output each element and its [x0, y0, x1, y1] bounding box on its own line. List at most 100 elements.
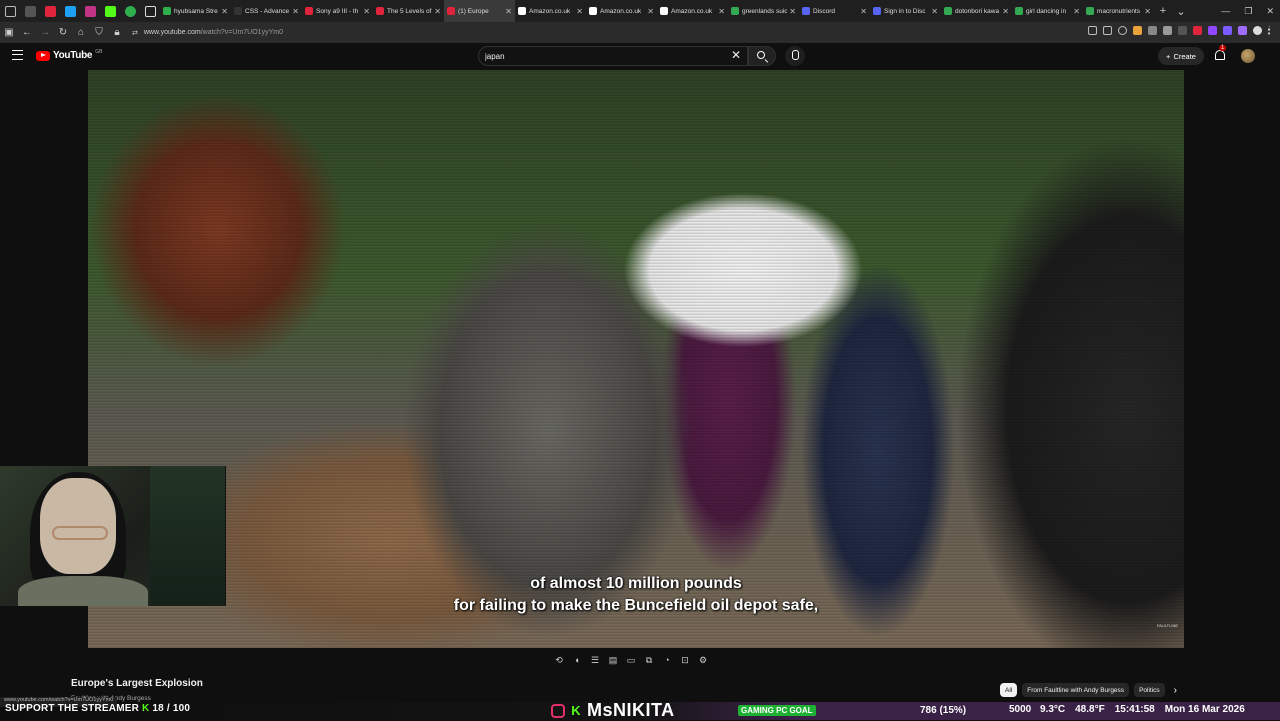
extension-icon[interactable]	[1163, 26, 1172, 35]
theater-icon[interactable]: ▭	[624, 653, 638, 667]
tab-favicon-icon	[1015, 7, 1023, 15]
browser-tab[interactable]: Discord ✕	[799, 0, 870, 22]
youtube-logo[interactable]: YouTube GB	[36, 49, 102, 61]
browser-tab[interactable]: Sign in to Disc ✕	[870, 0, 941, 22]
browser-tab[interactable]: macronutrients ✕	[1083, 0, 1154, 22]
recommendation-chips: All From Faultline with Andy Burgess Pol…	[1000, 683, 1177, 697]
pinned-tab-icon[interactable]	[60, 0, 80, 22]
tab-favicon-icon	[873, 7, 881, 15]
speed-icon[interactable]: ◔	[660, 653, 674, 667]
tab-title: Discord	[813, 7, 836, 15]
tab-favicon-icon	[731, 7, 739, 15]
browser-tab[interactable]: Amazon.co.uk ✕	[515, 0, 586, 22]
extension-icon[interactable]	[1148, 26, 1157, 35]
tab-close-icon[interactable]: ✕	[1002, 7, 1009, 16]
video-player[interactable]: of almost 10 million pounds for failing …	[88, 70, 1184, 648]
extension-icon[interactable]	[1208, 26, 1217, 35]
tab-close-icon[interactable]: ✕	[789, 7, 796, 16]
shield-icon[interactable]: ⛉	[90, 27, 108, 38]
site-settings-icon[interactable]: ⇄	[132, 29, 138, 37]
restore-button[interactable]: ❐	[1244, 6, 1252, 17]
new-tab-button[interactable]: +	[1154, 5, 1172, 17]
tab-list-chevron-icon[interactable]: ⌄	[1172, 5, 1190, 18]
browser-tab[interactable]: Amazon.co.uk ✕	[657, 0, 728, 22]
menu-icon[interactable]	[1268, 26, 1272, 35]
sidebar-toggle-icon[interactable]	[0, 0, 20, 22]
lock-icon[interactable]: 🔒︎	[108, 27, 126, 38]
pinned-tab-icon[interactable]	[140, 0, 160, 22]
browser-tab[interactable]: The 5 Levels of ✕	[373, 0, 444, 22]
tab-close-icon[interactable]: ✕	[434, 7, 441, 16]
browser-tab[interactable]: girl dancing in ✕	[1012, 0, 1083, 22]
playlist-icon[interactable]: ☰	[588, 653, 602, 667]
subtitle-line-2: for failing to make the Buncefield oil d…	[453, 597, 819, 614]
search-button[interactable]	[748, 46, 776, 66]
subtitle-line-1: of almost 10 million pounds	[530, 575, 742, 592]
settings-gear-icon[interactable]: ⚙	[696, 653, 710, 667]
tab-close-icon[interactable]: ✕	[505, 7, 512, 16]
browser-tab[interactable]: Sony a9 III - th ✕	[302, 0, 373, 22]
chip-all[interactable]: All	[1000, 683, 1018, 697]
chip-from-channel[interactable]: From Faultline with Andy Burgess	[1022, 683, 1130, 697]
url-field[interactable]: ⇄ www.youtube.com/watch?v=Um7UO1yyYm0	[132, 29, 283, 37]
back-button[interactable]: ←	[18, 27, 36, 38]
screenshot-icon[interactable]	[1088, 26, 1097, 35]
browser-tab[interactable]: Amazon.co.uk ✕	[586, 0, 657, 22]
create-button[interactable]: + Create	[1158, 47, 1204, 65]
minimize-button[interactable]: —	[1221, 6, 1230, 16]
tab-close-icon[interactable]: ✕	[292, 7, 299, 16]
sidebar-icon[interactable]: ▣	[0, 27, 18, 38]
pinned-tab-icon[interactable]	[40, 0, 60, 22]
extension-icon[interactable]	[1133, 26, 1142, 35]
extension-icon[interactable]	[1223, 26, 1232, 35]
queue-icon[interactable]: ▤	[606, 653, 620, 667]
tab-close-icon[interactable]: ✕	[1073, 7, 1080, 16]
instagram-icon	[551, 703, 565, 718]
forward-button[interactable]: →	[36, 27, 54, 38]
home-button[interactable]: ⌂	[72, 27, 90, 38]
pinned-tab-icon[interactable]	[80, 0, 100, 22]
browser-tab[interactable]: CSS - Advance ✕	[231, 0, 302, 22]
audio-icon[interactable]: ◖	[570, 653, 584, 667]
menu-hamburger-icon[interactable]	[12, 50, 23, 60]
loop-icon[interactable]: ⟲	[552, 653, 566, 667]
extension-icon[interactable]	[1178, 26, 1187, 35]
webcam-glasses	[52, 526, 108, 540]
reader-icon[interactable]	[1103, 26, 1112, 35]
browser-tab[interactable]: greenlands suic ✕	[728, 0, 799, 22]
screenshot-icon[interactable]: ⊡	[678, 653, 692, 667]
search-input[interactable]	[485, 50, 715, 62]
chip-politics[interactable]: Politics	[1134, 683, 1165, 697]
tab-title: girl dancing in	[1026, 7, 1067, 15]
pinned-tab-icon[interactable]	[100, 0, 120, 22]
reload-button[interactable]: ↻	[54, 27, 72, 38]
pinned-tab-icon[interactable]	[120, 0, 140, 22]
browser-tab[interactable]: dotonbori kawa ✕	[941, 0, 1012, 22]
chevron-right-icon[interactable]: ›	[1174, 685, 1177, 696]
profile-icon[interactable]	[1253, 26, 1262, 35]
avatar[interactable]	[1241, 49, 1255, 63]
tab-close-icon[interactable]: ✕	[363, 7, 370, 16]
browser-tab[interactable]: (1) Europe ✕	[444, 0, 515, 22]
browser-tab[interactable]: hyubsama Stre ✕	[160, 0, 231, 22]
tab-close-icon[interactable]: ✕	[221, 7, 228, 16]
tab-close-icon[interactable]: ✕	[576, 7, 583, 16]
search-box	[478, 46, 748, 66]
tab-title: Amazon.co.uk	[671, 7, 713, 15]
clear-search-icon[interactable]: ✕	[731, 48, 741, 62]
pinned-tab-icon[interactable]	[20, 0, 40, 22]
url-host: www.youtube.com	[143, 29, 201, 36]
logo-text: YouTube	[53, 50, 93, 61]
extension-icon[interactable]	[1193, 26, 1202, 35]
pip-icon[interactable]: ⧉	[642, 653, 656, 667]
bookmark-star-icon[interactable]	[1118, 26, 1127, 35]
tab-close-icon[interactable]: ✕	[860, 7, 867, 16]
tab-close-icon[interactable]: ✕	[647, 7, 654, 16]
close-window-button[interactable]: ✕	[1266, 6, 1274, 17]
tab-close-icon[interactable]: ✕	[718, 7, 725, 16]
extension-icon[interactable]	[1238, 26, 1247, 35]
tab-close-icon[interactable]: ✕	[931, 7, 938, 16]
tab-close-icon[interactable]: ✕	[1144, 7, 1151, 16]
voice-search-button[interactable]	[785, 46, 805, 66]
tab-title: Sign in to Disc	[884, 7, 926, 15]
